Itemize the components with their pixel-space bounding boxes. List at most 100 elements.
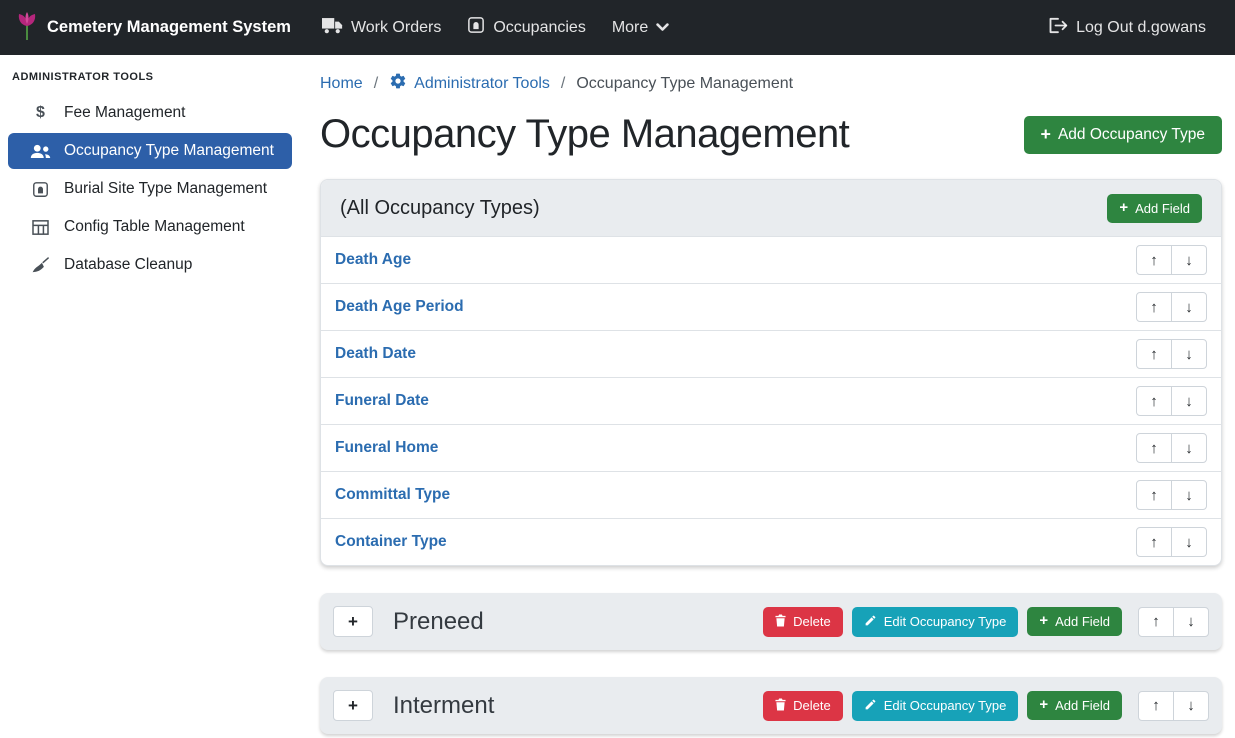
reorder-buttons: ↑ ↓ (1136, 527, 1207, 557)
sidebar-item-label: Database Cleanup (64, 256, 192, 274)
arrow-down-icon: ↓ (1185, 487, 1193, 504)
breadcrumb-separator: / (561, 75, 565, 93)
field-row: Container Type ↑ ↓ (321, 518, 1221, 565)
field-row: Funeral Home ↑ ↓ (321, 424, 1221, 471)
occupancy-type-name: Preneed (393, 608, 484, 636)
expand-button[interactable]: + (333, 606, 373, 637)
move-down-button[interactable]: ↓ (1171, 339, 1207, 369)
dollar-icon: $ (30, 104, 51, 122)
nav-logout[interactable]: Log Out d.gowans (1035, 7, 1219, 49)
brand-title: Cemetery Management System (47, 18, 291, 37)
arrow-up-icon: ↑ (1150, 252, 1158, 269)
sidebar-item-label: Fee Management (64, 104, 186, 122)
sidebar-item-database-cleanup[interactable]: Database Cleanup (8, 247, 292, 283)
nav-more-label: More (612, 19, 648, 37)
arrow-down-icon: ↓ (1185, 299, 1193, 316)
nav-occupancies-label: Occupancies (493, 19, 586, 37)
move-down-button[interactable]: ↓ (1171, 292, 1207, 322)
arrow-down-icon: ↓ (1185, 346, 1193, 363)
broom-icon (30, 257, 51, 273)
nav-links: Work Orders Occupancies More (309, 6, 682, 49)
breadcrumb-home-link[interactable]: Home (320, 75, 363, 93)
move-down-button[interactable]: ↓ (1171, 433, 1207, 463)
move-up-button[interactable]: ↑ (1136, 339, 1172, 369)
edit-occupancy-type-button[interactable]: Edit Occupancy Type (852, 691, 1019, 721)
field-row: Death Age ↑ ↓ (321, 236, 1221, 283)
add-field-button[interactable]: + Add Field (1027, 691, 1122, 720)
sidebar-item-config-table-management[interactable]: Config Table Management (8, 209, 292, 245)
sidebar: ADMINISTRATOR TOOLS $ Fee Management Occ… (0, 55, 300, 738)
sidebar-item-label: Config Table Management (64, 218, 245, 236)
reorder-buttons: ↑ ↓ (1138, 691, 1209, 721)
breadcrumb-home-label: Home (320, 75, 363, 93)
tombstone-icon (30, 181, 51, 198)
move-down-button[interactable]: ↓ (1171, 245, 1207, 275)
reorder-buttons: ↑ ↓ (1136, 386, 1207, 416)
brand[interactable]: Cemetery Management System (16, 10, 291, 46)
breadcrumb: Home / Administrator Tools / Occupancy T… (320, 72, 1222, 95)
expand-button[interactable]: + (333, 690, 373, 721)
move-up-button[interactable]: ↑ (1136, 527, 1172, 557)
breadcrumb-admin-tools-link[interactable]: Administrator Tools (389, 72, 550, 95)
field-row: Committal Type ↑ ↓ (321, 471, 1221, 518)
all-occupancy-types-card: (All Occupancy Types) + Add Field Death … (320, 179, 1222, 566)
field-link-funeral-home[interactable]: Funeral Home (335, 439, 438, 457)
arrow-up-icon: ↑ (1150, 346, 1158, 363)
main-content: Home / Administrator Tools / Occupancy T… (300, 55, 1235, 738)
arrow-down-icon: ↓ (1187, 697, 1195, 714)
nav-work-orders[interactable]: Work Orders (309, 7, 454, 49)
field-link-death-age-period[interactable]: Death Age Period (335, 298, 464, 316)
add-occupancy-type-button[interactable]: + Add Occupancy Type (1024, 116, 1222, 154)
nav-work-orders-label: Work Orders (351, 19, 441, 37)
delete-button[interactable]: Delete (763, 691, 843, 721)
move-down-button[interactable]: ↓ (1173, 607, 1209, 637)
field-link-funeral-date[interactable]: Funeral Date (335, 392, 429, 410)
sidebar-item-label: Burial Site Type Management (64, 180, 267, 198)
delete-button[interactable]: Delete (763, 607, 843, 637)
move-down-button[interactable]: ↓ (1171, 480, 1207, 510)
field-row: Funeral Date ↑ ↓ (321, 377, 1221, 424)
edit-occupancy-type-button[interactable]: Edit Occupancy Type (852, 607, 1019, 637)
occupancy-type-bar-preneed: + Preneed Delete Edit Occup (320, 593, 1222, 650)
sidebar-item-fee-management[interactable]: $ Fee Management (8, 95, 292, 131)
move-up-button[interactable]: ↑ (1136, 386, 1172, 416)
add-field-label: Add Field (1135, 201, 1190, 216)
add-field-button[interactable]: + Add Field (1107, 194, 1202, 223)
field-link-committal-type[interactable]: Committal Type (335, 486, 450, 504)
nav-logout-label: Log Out d.gowans (1076, 19, 1206, 37)
move-up-button[interactable]: ↑ (1136, 433, 1172, 463)
field-link-death-date[interactable]: Death Date (335, 345, 416, 363)
edit-label: Edit Occupancy Type (884, 698, 1007, 713)
move-down-button[interactable]: ↓ (1173, 691, 1209, 721)
arrow-up-icon: ↑ (1150, 393, 1158, 410)
sidebar-item-label: Occupancy Type Management (64, 142, 274, 160)
field-link-container-type[interactable]: Container Type (335, 533, 447, 551)
arrow-down-icon: ↓ (1185, 252, 1193, 269)
move-down-button[interactable]: ↓ (1171, 386, 1207, 416)
edit-label: Edit Occupancy Type (884, 614, 1007, 629)
field-row: Death Date ↑ ↓ (321, 330, 1221, 377)
delete-label: Delete (793, 614, 831, 629)
sidebar-heading: ADMINISTRATOR TOOLS (0, 63, 300, 95)
truck-icon (322, 17, 343, 39)
arrow-up-icon: ↑ (1152, 613, 1160, 630)
move-up-button[interactable]: ↑ (1136, 245, 1172, 275)
chevron-down-icon (656, 19, 669, 37)
sidebar-item-burial-site-type-management[interactable]: Burial Site Type Management (8, 171, 292, 207)
nav-more[interactable]: More (599, 9, 682, 47)
plus-icon: + (1039, 614, 1048, 629)
breadcrumb-current: Occupancy Type Management (576, 75, 793, 93)
move-up-button[interactable]: ↑ (1136, 480, 1172, 510)
move-up-button[interactable]: ↑ (1138, 607, 1174, 637)
pencil-icon (864, 614, 877, 630)
nav-occupancies[interactable]: Occupancies (454, 6, 599, 49)
table-icon (30, 220, 51, 235)
tombstone-icon (467, 16, 485, 39)
field-row: Death Age Period ↑ ↓ (321, 283, 1221, 330)
move-up-button[interactable]: ↑ (1138, 691, 1174, 721)
sidebar-item-occupancy-type-management[interactable]: Occupancy Type Management (8, 133, 292, 169)
move-down-button[interactable]: ↓ (1171, 527, 1207, 557)
field-link-death-age[interactable]: Death Age (335, 251, 411, 269)
add-field-button[interactable]: + Add Field (1027, 607, 1122, 636)
move-up-button[interactable]: ↑ (1136, 292, 1172, 322)
